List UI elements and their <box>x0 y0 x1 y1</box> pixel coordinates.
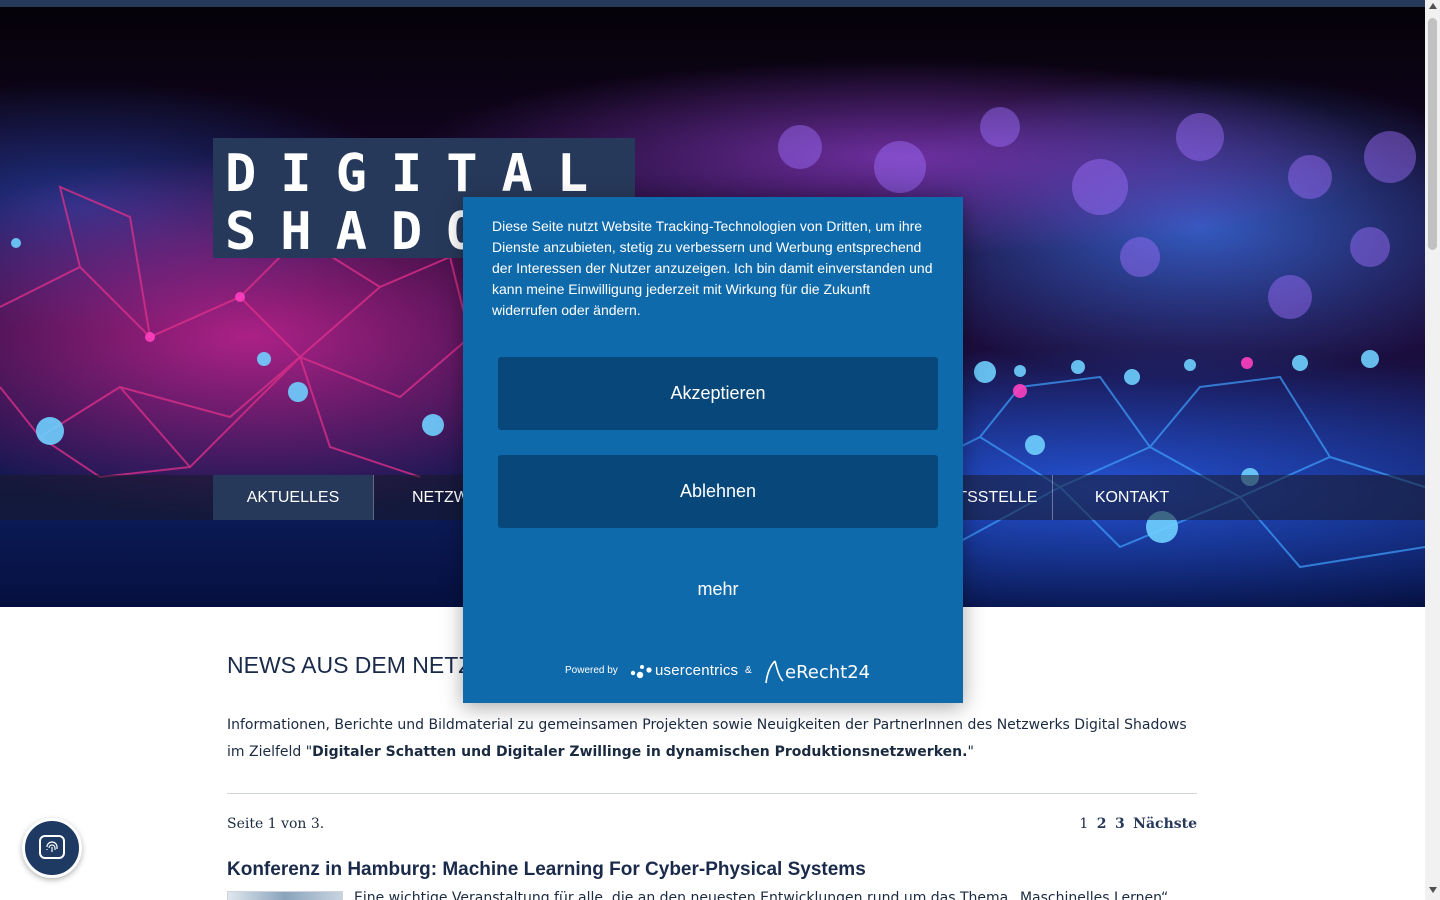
article-thumbnail[interactable] <box>227 891 343 900</box>
pagination-page-2[interactable]: 2 <box>1097 816 1107 832</box>
usercentrics-logo[interactable]: usercentrics <box>629 659 739 683</box>
ampersand: & <box>745 665 752 676</box>
usercentrics-label: usercentrics <box>655 662 739 679</box>
nav-item-kontakt[interactable]: KONTAKT <box>1053 475 1211 520</box>
deny-button[interactable]: Ablehnen <box>498 455 938 528</box>
page-info: Seite 1 von 3. <box>227 816 325 832</box>
pagination: 1 2 3 Nächste <box>1075 816 1197 832</box>
erecht24-logo[interactable]: eRecht24 <box>763 659 870 685</box>
pagination-next[interactable]: Nächste <box>1133 816 1197 832</box>
intro-end: " <box>967 744 974 760</box>
divider <box>227 793 1197 794</box>
pagination-current: 1 <box>1079 816 1089 832</box>
pagination-page-3[interactable]: 3 <box>1115 816 1125 832</box>
nav-item-aktuelles[interactable]: AKTUELLES <box>213 475 373 520</box>
scroll-down-arrow-icon[interactable] <box>1429 887 1437 893</box>
intro-text: Informationen, Berichte und Bildmaterial… <box>227 712 1197 766</box>
top-strip <box>0 0 1425 7</box>
erecht24-label: eRecht24 <box>785 662 871 683</box>
accept-button[interactable]: Akzeptieren <box>498 357 938 430</box>
powered-by-footer: Powered by usercentrics & eRecht24 <box>463 659 963 685</box>
logo-line-1: DIGITAL <box>225 144 613 204</box>
powered-by-label: Powered by <box>565 665 618 676</box>
more-link[interactable]: mehr <box>498 553 938 626</box>
privacy-settings-button[interactable] <box>22 818 82 878</box>
consent-text: Diese Seite nutzt Website Tracking-Techn… <box>492 218 933 318</box>
fingerprint-icon <box>46 841 58 852</box>
erecht24-scale-icon <box>765 660 784 684</box>
scroll-up-arrow-icon[interactable] <box>1429 3 1437 9</box>
cookie-consent-dialog: Diese Seite nutzt Website Tracking-Techn… <box>463 197 963 703</box>
article-title[interactable]: Konferenz in Hamburg: Machine Learning F… <box>227 859 866 881</box>
intro-bold: Digitaler Schatten und Digitaler Zwillin… <box>312 744 968 760</box>
usercentrics-dots-icon <box>630 665 652 679</box>
article-excerpt: Eine wichtige Veranstaltung für alle, di… <box>354 890 1169 900</box>
scrollbar-thumb[interactable] <box>1428 18 1437 250</box>
